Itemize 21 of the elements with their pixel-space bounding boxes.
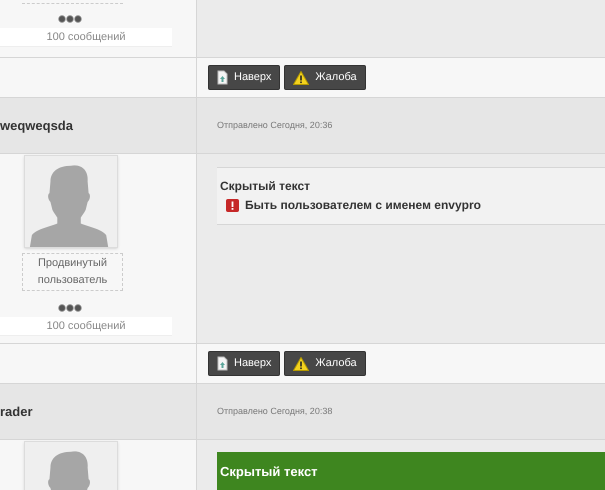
post-date: Отправлено Сегодня, 20:38 [217, 404, 332, 418]
hidden-text-title: Скрытый текст [220, 178, 312, 194]
post-date: Отправлено Сегодня, 20:36 [217, 118, 332, 132]
document-icon [217, 356, 228, 371]
warning-icon [293, 356, 310, 370]
requirement-text: Быть пользователем с именем envypro [245, 197, 481, 214]
report-button[interactable]: Жалоба [284, 351, 366, 376]
warning-icon [293, 70, 310, 84]
author-name[interactable]: weqweqsda [0, 116, 73, 136]
hidden-text-title: Скрытый текст [220, 463, 319, 481]
document-icon [217, 70, 228, 85]
dots-icon[interactable] [58, 15, 82, 23]
report-button[interactable]: Жалоба [284, 65, 366, 90]
author-name[interactable]: rader [0, 402, 33, 422]
top-button[interactable]: Наверх [208, 351, 280, 376]
dots-icon[interactable] [58, 304, 82, 312]
post-count: 100 сообщений [0, 28, 172, 47]
user-rank: Продвинутый пользователь [22, 253, 123, 291]
top-button[interactable]: Наверх [208, 65, 280, 90]
post-count: 100 сообщений [0, 317, 172, 336]
exclamation-icon [226, 198, 239, 212]
